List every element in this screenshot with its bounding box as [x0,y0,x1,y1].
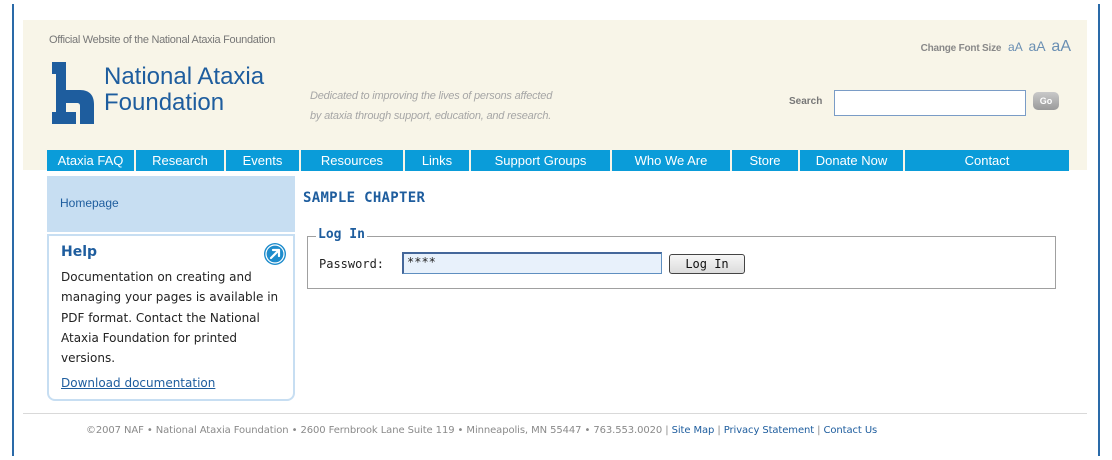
help-panel: Help Documentation on creating and manag… [47,234,295,401]
footer-privacy-link[interactable]: Privacy Statement [724,425,814,436]
login-button[interactable]: Log In [669,254,745,274]
nav-item-contact[interactable]: Contact [905,150,1069,171]
page-title: SAMPLE CHAPTER [303,190,426,206]
search-input[interactable] [834,90,1026,116]
nav-item-who-we-are[interactable]: Who We Are [612,150,732,171]
footer-contact-link[interactable]: Contact Us [824,425,878,436]
download-documentation-link[interactable]: Download documentation [61,376,215,390]
login-fieldset: Log In Password: **** Log In [307,227,1056,289]
footer-site-map-link[interactable]: Site Map [672,425,715,436]
logo-line-2: Foundation [104,89,225,116]
sidebar: Homepage Help Documentation on creating … [47,176,295,401]
font-size-large-link[interactable]: aA [1051,38,1071,55]
search-go-button[interactable]: Go [1033,92,1059,110]
nav-item-store[interactable]: Store [732,150,800,171]
naf-logo-icon [52,62,94,124]
nav-item-research[interactable]: Research [136,150,226,171]
footer-divider [23,413,1087,414]
help-title: Help [61,244,98,260]
tagline: Dedicated to improving the lives of pers… [310,86,552,126]
site-logo[interactable]: National Ataxia Foundation [50,60,350,130]
password-label: Password: [319,257,385,271]
tagline-line-2: by ataxia through support, education, an… [310,110,552,122]
font-size-small-link[interactable]: aA [1008,40,1023,54]
nav-item-links[interactable]: Links [405,150,471,171]
sidebar-item-homepage[interactable]: Homepage [47,176,295,232]
footer-separator: | [717,425,721,436]
nav-item-ataxia-faq[interactable]: Ataxia FAQ [47,150,136,171]
sidebar-homepage-label: Homepage [60,196,119,210]
official-site-text: Official Website of the National Ataxia … [49,34,276,46]
font-size-medium-link[interactable]: aA [1029,38,1046,54]
tagline-line-1: Dedicated to improving the lives of pers… [310,90,553,102]
nav-item-support-groups[interactable]: Support Groups [471,150,612,171]
arrow-up-right-icon[interactable] [263,242,287,266]
font-size-label: Change Font Size [920,43,1002,54]
nav-item-donate-now[interactable]: Donate Now [800,150,905,171]
login-legend: Log In [316,227,367,242]
help-description: Documentation on creating and managing y… [61,270,279,366]
main-nav: Ataxia FAQ Research Events Resources Lin… [47,150,1069,171]
footer: ©2007 NAF • National Ataxia Foundation •… [86,425,877,436]
font-size-control: Change Font Size aA aA aA [921,38,1071,56]
search-label: Search [789,96,823,107]
nav-item-events[interactable]: Events [226,150,301,171]
password-input[interactable]: **** [402,252,662,274]
footer-separator: | [665,425,669,436]
footer-separator: | [817,425,821,436]
site-header: Official Website of the National Ataxia … [23,20,1087,170]
logo-wordmark: National Ataxia Foundation [104,64,264,116]
logo-line-1: National Ataxia [104,63,265,90]
footer-copyright: ©2007 NAF • National Ataxia Foundation •… [86,425,663,436]
nav-item-resources[interactable]: Resources [301,150,405,171]
